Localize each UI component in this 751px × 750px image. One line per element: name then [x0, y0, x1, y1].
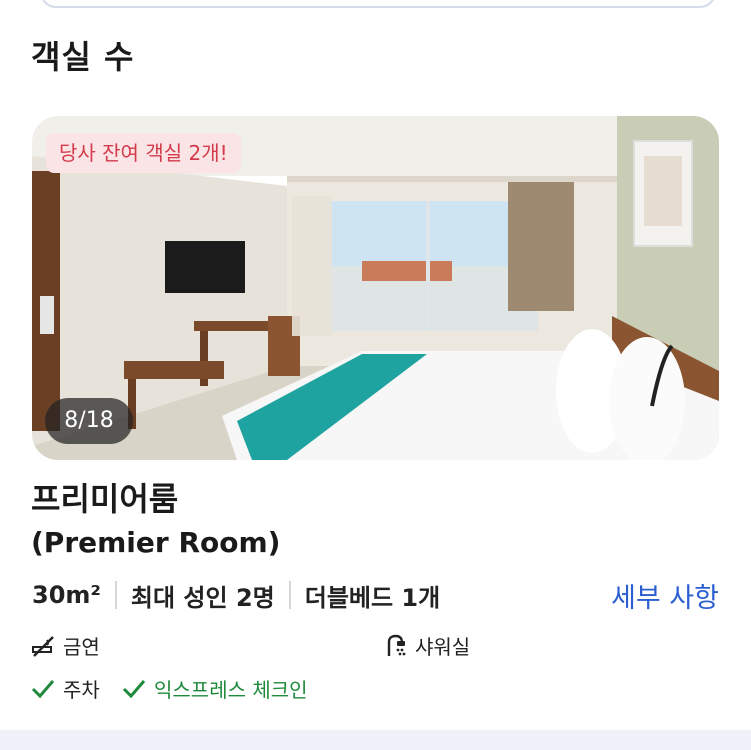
photo-counter: 8/18 [45, 398, 133, 444]
search-field-edge[interactable] [40, 0, 716, 8]
divider [288, 581, 291, 609]
amenity-label: 샤워실 [415, 635, 471, 659]
amenity-shower: 샤워실 [385, 631, 470, 660]
room-specs: 30m² 최대 성인 2명 더블베드 1개 [32, 578, 440, 612]
amenity-label: 익스프레스 체크인 [154, 678, 308, 702]
amenity-no-smoking: 금연 [31, 631, 100, 660]
max-occupancy: 최대 성인 2명 [130, 583, 275, 612]
divider [114, 581, 117, 609]
check-icon [122, 678, 146, 700]
amenity-parking: 주차 [31, 674, 100, 703]
amenity-label: 주차 [63, 678, 100, 702]
availability-badge: 당사 잔여 객실 2개! [46, 133, 241, 173]
room-name-english: (Premier Room) [31, 526, 281, 559]
details-link[interactable]: 세부 사항 [611, 576, 719, 615]
amenity-label: 금연 [63, 635, 100, 659]
amenity-express-checkin: 익스프레스 체크인 [122, 674, 308, 703]
bottom-bar [0, 730, 751, 750]
room-size: 30m² [32, 581, 101, 609]
shower-icon [385, 634, 407, 658]
section-title: 객실 수 [31, 38, 135, 76]
bed-type: 더블베드 1개 [304, 583, 441, 612]
check-icon [31, 678, 55, 700]
room-name: 프리미어룸 [31, 480, 179, 518]
no-smoking-icon [31, 634, 55, 658]
